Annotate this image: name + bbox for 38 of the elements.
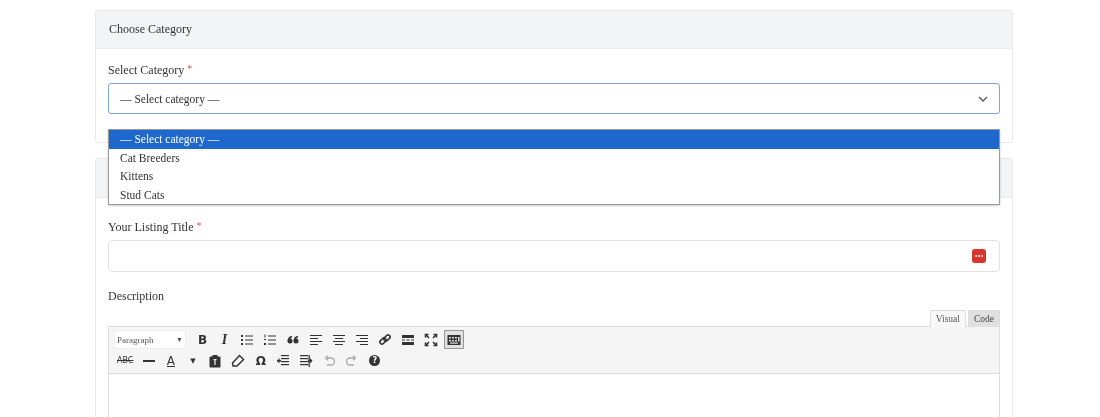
horizontal-line-icon [142,359,155,362]
align-left-icon [309,332,323,347]
required-mark: * [187,63,193,76]
numbered-list-icon [263,332,277,347]
dropdown-option[interactable]: Cat Breeders [109,148,999,167]
align-right-icon [355,332,369,347]
fullscreen-icon [424,332,438,347]
required-mark: * [196,220,202,233]
keyboard-icon [447,332,461,347]
toolbar-button[interactable] [444,330,464,349]
password-manager-icon[interactable] [972,249,986,263]
toolbar-button[interactable]: I [215,330,234,349]
editor-tab[interactable]: Visual [929,310,966,327]
editor-tab[interactable]: Code [967,310,1000,327]
text-color-button[interactable]: A [161,351,181,370]
field-label: Your Listing Title [108,220,194,235]
dropdown-option[interactable]: Kittens [109,167,999,186]
chevron-down-icon [978,95,988,102]
align-center-icon [332,332,346,347]
link-icon [378,332,392,347]
bullet-list-icon [240,332,254,347]
undo-icon [322,353,337,368]
dropdown-option[interactable]: Stud Cats [109,185,999,204]
field-label: Description [108,289,165,304]
read-more-icon [401,332,415,347]
outdent-icon [276,353,291,368]
toolbar-button[interactable]: B [193,330,212,349]
indent-icon [299,353,314,368]
card-title: Choose Category [96,11,1012,49]
category-select[interactable]: — Select category — [108,83,1000,114]
field-label: Select Category [108,63,185,78]
help-button[interactable]: ? [365,351,385,370]
toolbar-button[interactable]: ABC [114,351,137,370]
dropdown-option[interactable]: — Select category — [109,130,999,149]
clipboard-icon [208,353,223,368]
eraser-icon [231,353,246,368]
toolbar-button[interactable]: Ω [251,351,271,370]
title-input[interactable] [108,240,1000,272]
